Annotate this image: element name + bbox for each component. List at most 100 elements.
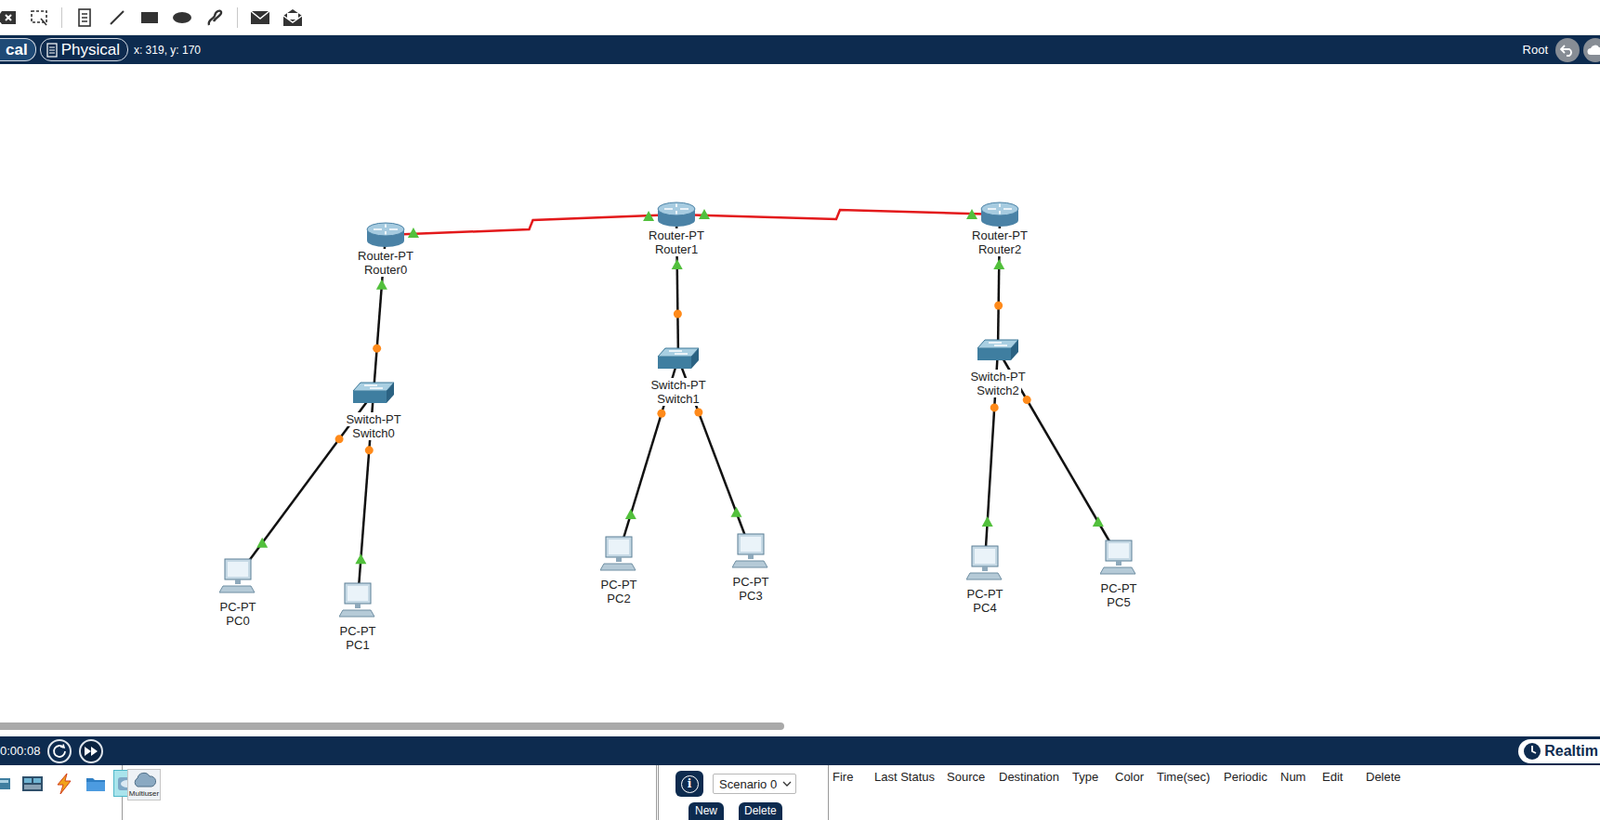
view-bar: calPhysicalx: 319, y: 170Root (0, 35, 1600, 65)
link-amber-marker (656, 409, 666, 419)
pc-node[interactable]: PC-PTPC5 (1062, 538, 1175, 610)
column-header[interactable]: Type (1072, 768, 1115, 787)
pc-node[interactable]: PC-PTPC2 (563, 535, 675, 606)
board-icon (21, 773, 44, 796)
category-tile[interactable] (81, 770, 109, 798)
column-header[interactable]: Num (1280, 768, 1323, 787)
pc-node[interactable]: PC-PTPC3 (695, 532, 807, 604)
category-tile[interactable] (18, 770, 46, 798)
serial-link[interactable] (676, 209, 1000, 220)
link-ends (372, 279, 388, 354)
component-icon (0, 773, 13, 796)
pc-icon (219, 557, 257, 595)
cluster-button[interactable] (1583, 38, 1600, 63)
scenario-button[interactable]: Delete (738, 802, 783, 820)
node-name: PC3 (736, 589, 764, 604)
column-header[interactable]: Fire (832, 768, 875, 787)
column-header[interactable]: Last Status (874, 768, 947, 787)
node-name: Router1 (653, 242, 700, 257)
link-up-marker (671, 259, 683, 270)
info-button[interactable]: i (675, 771, 704, 798)
column-header[interactable]: Time(sec) (1156, 768, 1224, 787)
scenario-select[interactable]: Scenario 0 (712, 773, 797, 795)
column-header[interactable]: Edit (1322, 768, 1366, 787)
router-icon (364, 221, 407, 250)
pc-icon (600, 535, 638, 573)
bottom-panel: MultiuseriScenario 0NewDeleteFireLast St… (0, 765, 1600, 820)
ellipse-button[interactable] (171, 7, 193, 28)
horizontal-scrollbar[interactable] (0, 721, 1600, 737)
switch-node[interactable]: Switch-PTSwitch0 (317, 380, 430, 441)
pc-node[interactable]: PC-PTPC4 (929, 544, 1041, 616)
switch-icon (975, 338, 1021, 363)
column-header[interactable]: Periodic (1223, 768, 1281, 787)
view-tab[interactable]: Physical (39, 38, 129, 62)
router-icon (655, 200, 698, 229)
delete-button[interactable] (0, 7, 17, 28)
link-amber-marker (1022, 395, 1032, 405)
pc-node[interactable]: PC-PTPC0 (182, 557, 294, 629)
column-header[interactable]: Source (946, 768, 999, 787)
link-up-marker (698, 209, 710, 220)
reset-time-button[interactable] (47, 739, 72, 764)
link-ends (1022, 395, 1104, 527)
serial-link[interactable] (385, 214, 677, 236)
column-header[interactable]: Destination (998, 768, 1073, 787)
category-tile[interactable] (0, 770, 14, 798)
line-button[interactable] (106, 7, 128, 28)
freeform-button[interactable] (204, 7, 225, 28)
router-node[interactable]: Router-PTRouter0 (329, 221, 442, 277)
node-model: PC-PT (338, 624, 379, 639)
column-header[interactable]: Color (1114, 768, 1157, 787)
link-amber-marker (335, 434, 344, 444)
node-name: Router2 (976, 242, 1023, 257)
link-up-marker (256, 537, 268, 549)
note-button[interactable] (74, 7, 95, 28)
cloud-icon (1586, 43, 1600, 57)
router-node[interactable]: Router-PTRouter2 (944, 200, 1056, 257)
router-node[interactable]: Router-PTRouter1 (620, 200, 733, 257)
switch-node[interactable]: Switch-PTSwitch1 (622, 346, 735, 407)
rectangle-icon (141, 12, 158, 24)
rectangle-button[interactable] (139, 7, 160, 28)
link-up-marker (966, 209, 978, 220)
back-arrow-icon (1560, 43, 1575, 57)
node-model: PC-PT (1099, 581, 1140, 596)
column-header[interactable]: Delete (1365, 768, 1422, 787)
link-ends (698, 209, 978, 220)
node-name: Switch0 (350, 426, 397, 441)
switch-icon (351, 380, 396, 406)
scrollbar-thumb[interactable] (0, 722, 785, 731)
resize-button[interactable] (28, 7, 50, 28)
physical-view-icon (46, 42, 58, 58)
pc-node[interactable]: PC-PTPC1 (301, 581, 414, 653)
toolbar-separator (236, 7, 238, 28)
node-model: Switch-PT (648, 378, 708, 393)
chevron-down-icon (782, 781, 792, 787)
device-tile[interactable]: Multiuser (127, 769, 161, 801)
scenario-panel: i Scenario 0 New Delete (655, 765, 829, 820)
reset-icon (52, 744, 67, 760)
node-model: PC-PT (218, 600, 259, 615)
lightning-icon (52, 773, 76, 796)
clock-icon (1522, 742, 1542, 761)
freeform-icon (206, 8, 223, 27)
category-tile[interactable] (50, 770, 78, 798)
ellipse-icon (172, 12, 192, 24)
simple-pdu-button[interactable] (249, 7, 271, 28)
link-up-marker (982, 516, 994, 527)
realtime-mode-button[interactable]: Realtim (1518, 739, 1600, 764)
workspace-canvas[interactable]: Router-PTRouter0 Router-PTRouter1 Router-P… (0, 64, 1600, 722)
back-button[interactable] (1555, 38, 1580, 63)
scenario-button[interactable]: New (688, 802, 724, 820)
link-ends (625, 409, 667, 520)
pdu-table: FireLast StatusSourceDestinationTypeColo… (828, 765, 1600, 820)
view-tab[interactable]: cal (0, 38, 37, 62)
complex-pdu-button[interactable] (282, 7, 303, 28)
switch-node[interactable]: Switch-PTSwitch2 (942, 338, 1054, 398)
pc-icon (966, 544, 1004, 582)
switch-icon (655, 346, 701, 371)
node-name: PC2 (604, 591, 632, 606)
drawing-toolbar (0, 0, 1600, 36)
fast-forward-button[interactable] (78, 739, 104, 764)
